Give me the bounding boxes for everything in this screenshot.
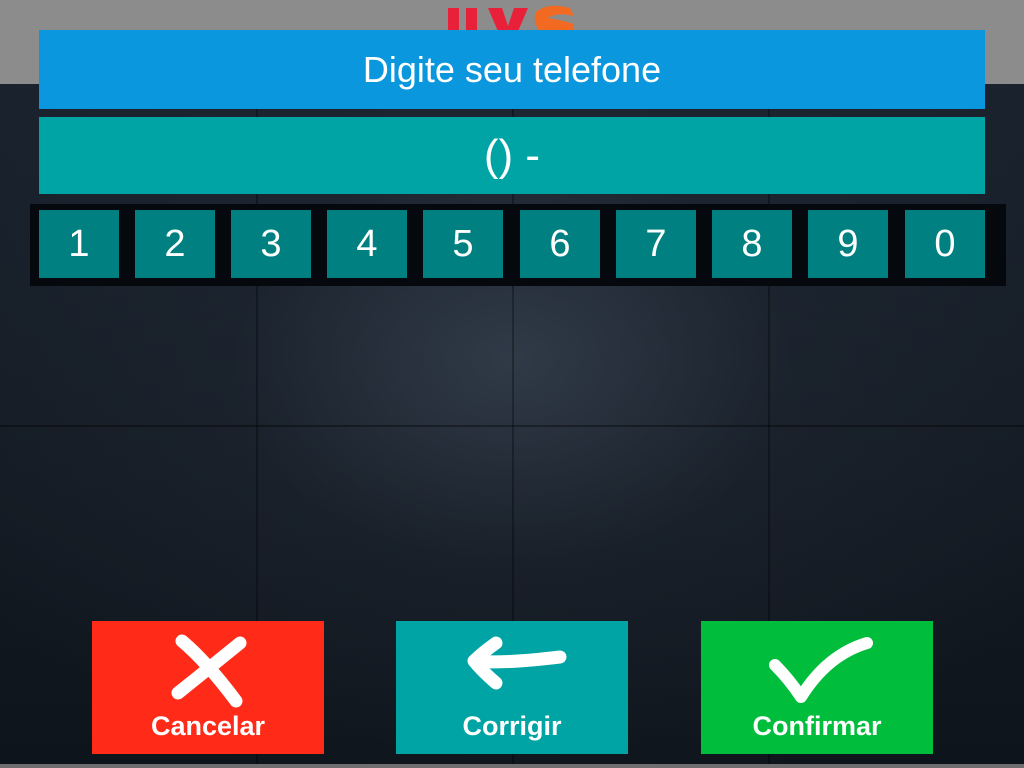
key-4[interactable]: 4: [327, 210, 407, 278]
key-6[interactable]: 6: [520, 210, 600, 278]
cancel-label: Cancelar: [150, 710, 266, 741]
key-2[interactable]: 2: [135, 210, 215, 278]
key-3[interactable]: 3: [231, 210, 311, 278]
confirm-label: Confirmar: [752, 710, 882, 741]
key-9[interactable]: 9: [808, 210, 888, 278]
checkmark-icon: [701, 627, 933, 711]
page-title: Digite seu telefone: [39, 30, 985, 109]
correct-label: Corrigir: [462, 710, 562, 741]
key-8[interactable]: 8: [712, 210, 792, 278]
bottom-edge: [0, 764, 1024, 768]
key-0[interactable]: 0: [905, 210, 985, 278]
phone-number-display: () -: [39, 117, 985, 194]
brand-logo: [444, 2, 580, 30]
correct-button[interactable]: Corrigir: [396, 621, 628, 754]
arrow-left-icon: [396, 627, 628, 711]
confirm-button[interactable]: Confirmar: [701, 621, 933, 754]
cancel-button[interactable]: Cancelar: [92, 621, 324, 754]
key-5[interactable]: 5: [423, 210, 503, 278]
kiosk-screen: Digite seu telefone () - 1 2 3 4 5 6 7 8…: [0, 0, 1024, 768]
brand-logo-graphic: [448, 5, 574, 30]
key-7[interactable]: 7: [616, 210, 696, 278]
numeric-keypad: 1 2 3 4 5 6 7 8 9 0: [30, 204, 1006, 286]
key-1[interactable]: 1: [39, 210, 119, 278]
close-icon: [92, 627, 324, 711]
